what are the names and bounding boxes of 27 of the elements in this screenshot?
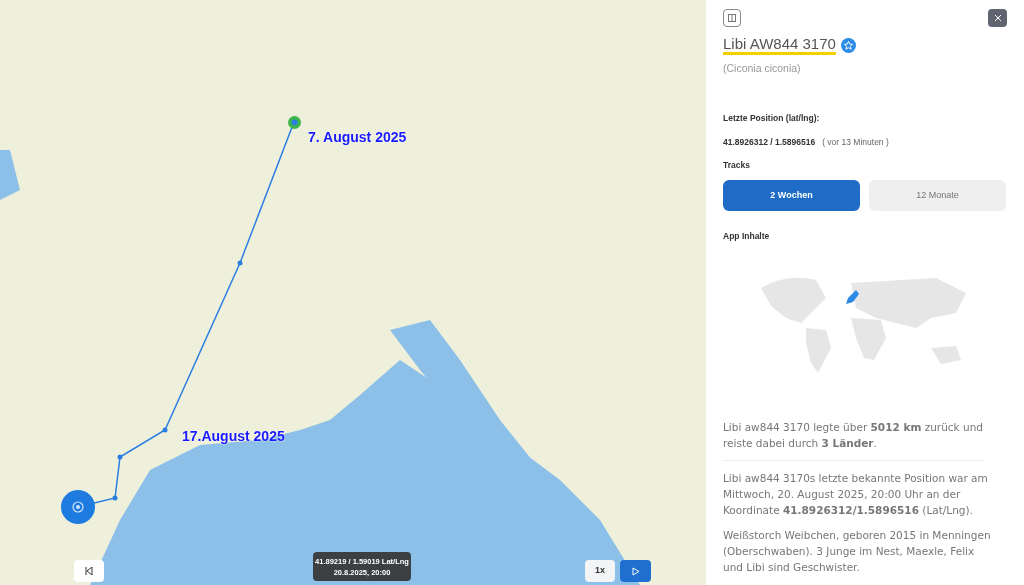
skip-back-icon <box>85 567 93 575</box>
play-icon <box>631 566 640 576</box>
skip-back-button[interactable] <box>74 560 104 582</box>
date-label: 17.August 2025 <box>182 427 285 446</box>
distance-summary: Libi aw844 3170 legte über 5012 km zurück und reiste dabei durch 3 Länder. <box>723 419 984 451</box>
last-position-age: ( vor 13 Minuten ) <box>822 135 889 149</box>
bird-title: Libi AW844 3170 <box>723 35 836 55</box>
last-position-text: Libi aw844 3170s letzte bekannte Position war am Mittwoch, 20. August 2025, 20:00 Uhr an der Koordinate 41.8926312/1.5896516 (Lat/Lng). <box>723 470 989 518</box>
speed-button[interactable]: 1x <box>585 560 615 582</box>
track-tab[interactable]: 12 Monate <box>869 180 1006 211</box>
start-marker-icon <box>288 116 301 129</box>
species-name: (Ciconia ciconia) <box>723 61 802 76</box>
current-location-button[interactable] <box>61 490 95 524</box>
star-icon[interactable] <box>840 37 856 53</box>
tracks-label: Tracks <box>723 159 751 172</box>
track-tab[interactable]: 2 Wochen <box>723 180 860 211</box>
collapse-panel-button[interactable] <box>723 9 741 27</box>
bird-description: Weißstorch Weibchen, geboren 2015 in Menningen (Oberschwaben). 3 Junge im Nest, Maexle, Felix und Libi sind Geschwister. <box>723 527 992 575</box>
app-content-label: App Inhalte <box>723 230 771 243</box>
date-label: 7. August 2025 <box>308 128 407 147</box>
panel-icon <box>728 14 736 22</box>
close-button[interactable] <box>988 9 1007 27</box>
target-icon <box>71 500 85 514</box>
play-button[interactable] <box>620 560 651 582</box>
close-icon <box>994 15 1001 21</box>
last-position-label: Letzte Position (lat/lng): <box>723 111 821 125</box>
last-position-value: 41.8926312 / 1.5896516 <box>723 135 816 149</box>
